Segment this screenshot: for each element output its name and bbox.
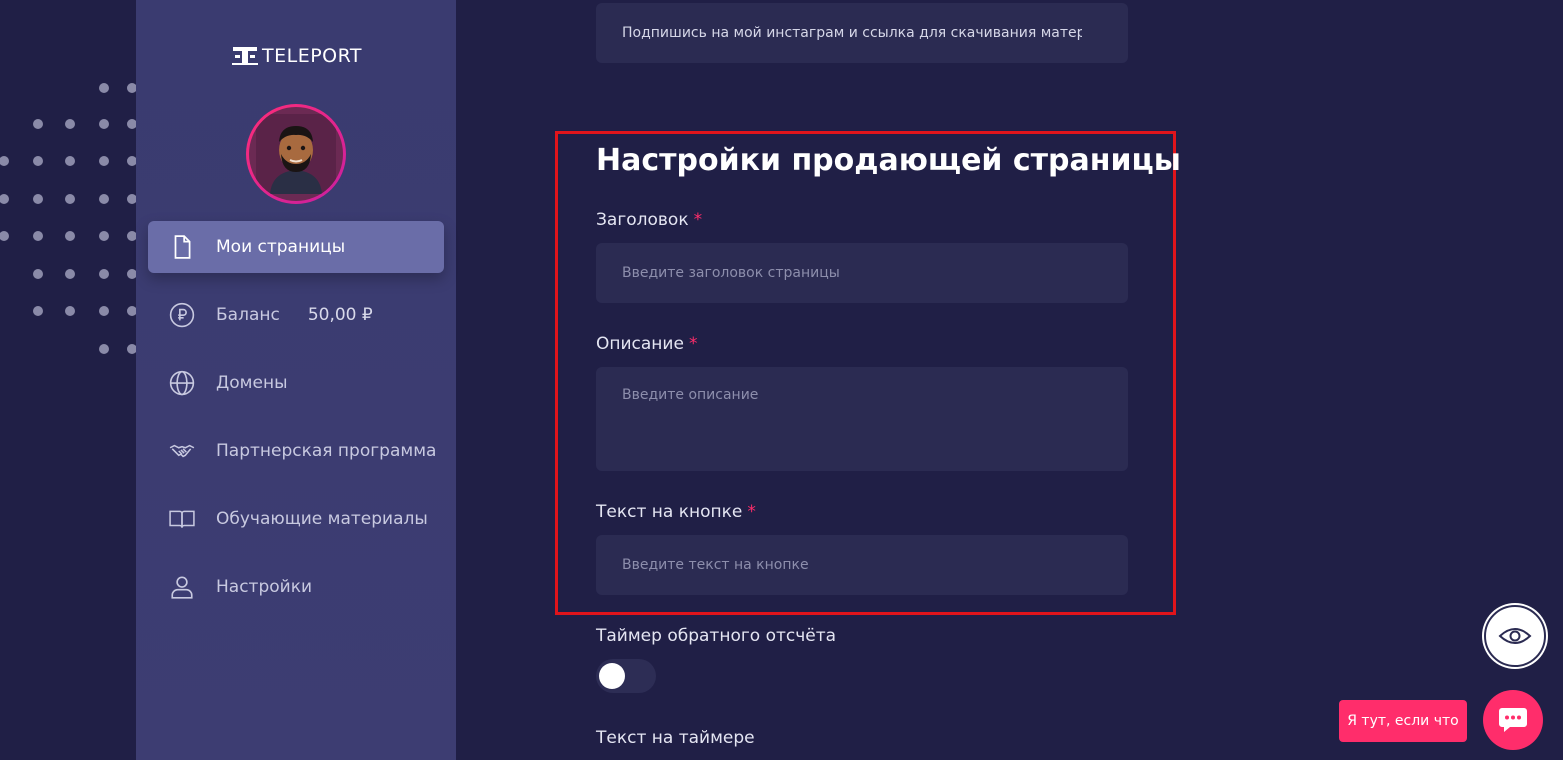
sidebar-item-partner-program[interactable]: Партнерская программа <box>148 425 444 477</box>
section-title: Настройки продающей страницы <box>596 143 1181 178</box>
title-input[interactable] <box>596 243 1128 303</box>
sidebar-nav: Мои страницы Баланс 50,00 ₽ Домены Партн… <box>148 221 444 629</box>
required-mark: * <box>693 210 703 230</box>
book-icon <box>168 505 196 533</box>
chat-button[interactable] <box>1483 690 1543 750</box>
eye-icon <box>1498 628 1532 644</box>
required-mark: * <box>747 502 756 522</box>
sidebar-item-label: Баланс <box>216 305 280 325</box>
user-icon <box>168 573 196 601</box>
sidebar-item-domains[interactable]: Домены <box>148 357 444 409</box>
handshake-icon <box>168 437 196 465</box>
title-label-text: Заголовок <box>596 210 689 230</box>
sidebar-item-learning[interactable]: Обучающие материалы <box>148 493 444 545</box>
balance-value: 50,00 ₽ <box>307 305 373 325</box>
sidebar-item-balance[interactable]: Баланс 50,00 ₽ <box>148 289 444 341</box>
toggle-knob <box>599 663 625 689</box>
timer-text-label: Текст на таймере <box>596 728 755 748</box>
chat-bubble-icon <box>1499 708 1527 732</box>
sidebar-item-settings[interactable]: Настройки <box>148 561 444 613</box>
sidebar: TELEPORT Мои страницы Баланс 50,00 ₽ Дом… <box>136 0 456 760</box>
timer-label: Таймер обратного отсчёта <box>596 626 837 646</box>
brand-name: TELEPORT <box>262 45 363 67</box>
teleport-logo-icon <box>232 47 258 65</box>
button-text-label: Текст на кнопке * <box>596 502 756 522</box>
sidebar-item-label: Партнерская программа <box>216 441 437 461</box>
page: TELEPORT Мои страницы Баланс 50,00 ₽ Дом… <box>0 0 1563 760</box>
button-text-input[interactable] <box>596 535 1128 595</box>
document-icon <box>168 233 196 261</box>
sidebar-item-my-pages[interactable]: Мои страницы <box>148 221 444 273</box>
ruble-icon <box>168 301 196 329</box>
subscribe-text-value: Подпишись на мой инстаграм и ссылка для … <box>622 25 1082 41</box>
avatar-illustration <box>256 114 336 194</box>
description-label-text: Описание <box>596 334 684 354</box>
sidebar-item-label: Домены <box>216 373 288 393</box>
description-textarea[interactable] <box>596 367 1128 471</box>
avatar-image <box>249 107 343 201</box>
button-text-label-text: Текст на кнопке <box>596 502 743 522</box>
required-mark: * <box>688 334 698 354</box>
avatar[interactable] <box>246 104 346 204</box>
sidebar-item-label: Обучающие материалы <box>216 509 428 529</box>
title-label: Заголовок * <box>596 210 702 230</box>
description-label: Описание * <box>596 334 697 354</box>
preview-button[interactable] <box>1484 605 1546 667</box>
globe-icon <box>168 369 196 397</box>
subscribe-text-field[interactable]: Подпишись на мой инстаграм и ссылка для … <box>596 3 1128 63</box>
timer-toggle[interactable] <box>596 659 656 693</box>
brand-logo[interactable]: TELEPORT <box>232 44 362 68</box>
sidebar-item-label: Мои страницы <box>216 237 346 257</box>
sidebar-item-label: Настройки <box>216 577 313 597</box>
decorative-dots <box>0 83 136 354</box>
chat-hint-label[interactable]: Я тут, если что <box>1339 700 1467 742</box>
